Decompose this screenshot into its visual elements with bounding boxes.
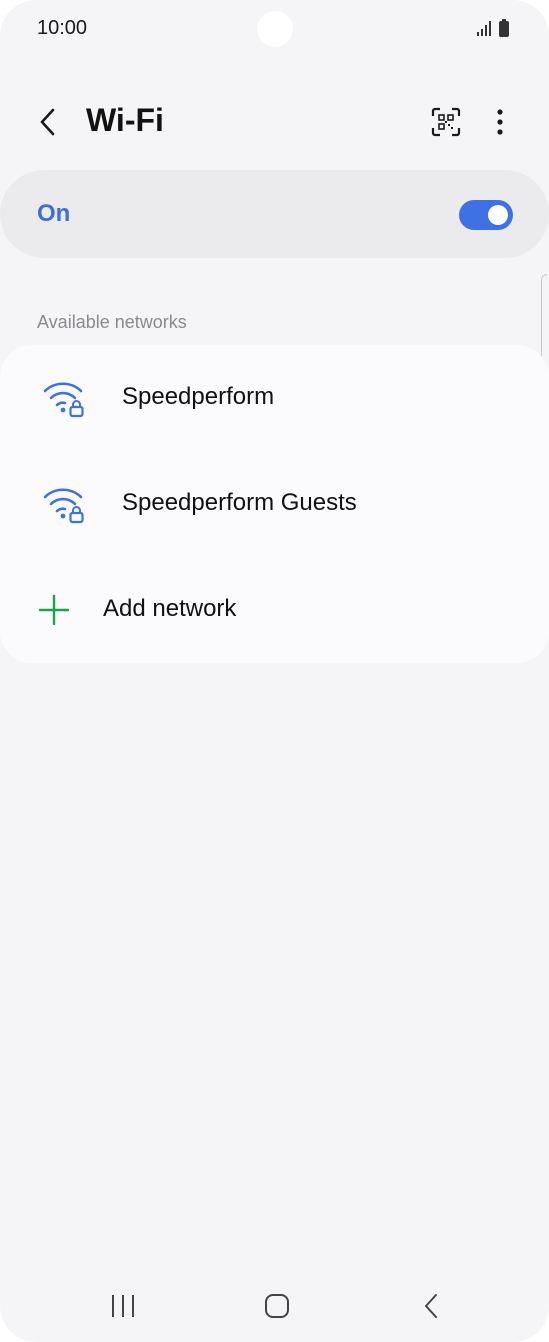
available-networks-header: Available networks — [37, 312, 187, 332]
page-title: Wi-Fi — [86, 102, 164, 138]
wifi-switch[interactable] — [459, 200, 513, 230]
home-button[interactable] — [253, 1282, 301, 1330]
qr-scan-icon — [431, 107, 461, 137]
status-bar: 10:00 — [0, 0, 549, 60]
camera-cutout — [257, 11, 293, 47]
app-bar: Wi-Fi — [0, 90, 549, 154]
navigation-bar — [0, 1270, 549, 1342]
qr-scan-button[interactable] — [424, 100, 468, 144]
signal-icon — [477, 21, 491, 36]
back-icon — [425, 1294, 437, 1318]
back-button[interactable] — [26, 100, 70, 144]
more-vert-icon — [497, 109, 503, 135]
recents-button[interactable] — [99, 1282, 147, 1330]
home-icon — [265, 1294, 289, 1318]
switch-knob — [488, 205, 508, 225]
add-network-button[interactable]: Add network — [0, 557, 549, 663]
recents-icon — [112, 1295, 134, 1317]
wifi-lock-icon — [43, 488, 84, 524]
network-name: Speedperform — [122, 383, 275, 410]
wifi-master-toggle[interactable]: On — [0, 170, 549, 258]
plus-icon — [38, 594, 70, 626]
status-time: 10:00 — [37, 17, 88, 39]
more-options-button[interactable] — [478, 100, 522, 144]
wifi-settings-screen: 10:00 Wi-Fi On Available networks Speedp… — [0, 0, 549, 1342]
status-icons — [477, 19, 509, 37]
wifi-lock-icon — [43, 382, 84, 418]
networks-list: Speedperform Speedperform Guests Add net… — [0, 345, 549, 663]
network-item-speedperform-guests[interactable]: Speedperform Guests — [0, 451, 549, 557]
add-network-label: Add network — [103, 595, 237, 622]
network-item-speedperform[interactable]: Speedperform — [0, 345, 549, 451]
chevron-left-icon — [40, 108, 55, 136]
toggle-label: On — [37, 200, 71, 227]
nav-back-button[interactable] — [407, 1282, 455, 1330]
network-name: Speedperform Guests — [122, 489, 357, 516]
battery-icon — [499, 19, 509, 37]
